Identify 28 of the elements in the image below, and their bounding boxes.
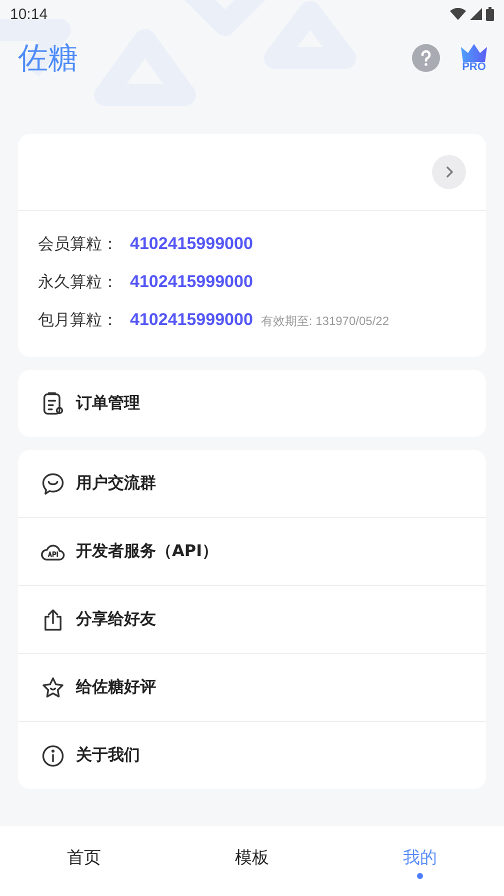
app-title: 佐糖 — [18, 40, 78, 78]
help-icon[interactable] — [412, 44, 440, 72]
nav-tab[interactable]: 首页 — [0, 826, 168, 896]
star-icon — [40, 674, 66, 700]
pro-button[interactable]: PRO — [460, 44, 488, 72]
active-indicator — [417, 873, 423, 879]
credit-label: 会员算粒： — [38, 233, 119, 255]
crown-icon — [460, 44, 488, 62]
credit-value: 4102415999000 — [130, 271, 253, 293]
chevron-button[interactable] — [432, 155, 466, 189]
menu-item[interactable]: 开发者服务（API） — [18, 517, 486, 585]
wifi-icon — [450, 8, 466, 20]
credit-label: 包月算粒： — [38, 309, 119, 331]
credit-value: 4102415999000 — [130, 309, 253, 331]
nav-tab[interactable]: 模板 — [168, 826, 336, 896]
menu-item[interactable]: 给佐糖好评 — [18, 653, 486, 721]
credit-value: 4102415999000 — [130, 233, 253, 255]
menu-item[interactable]: 关于我们 — [18, 721, 486, 789]
expiry-note: 有效期至: 131970/05/22 — [260, 313, 389, 330]
menu-item[interactable]: 用户交流群 — [18, 450, 486, 517]
battery-icon — [486, 7, 494, 21]
status-time: 10:14 — [10, 6, 48, 22]
chat-bubble-icon — [40, 470, 66, 496]
signal-icon — [470, 8, 482, 20]
menu-item[interactable]: 订单管理 — [18, 370, 486, 437]
credit-label: 永久算粒： — [38, 271, 119, 293]
menu-item[interactable]: 分享给好友 — [18, 585, 486, 653]
info-icon — [40, 742, 66, 768]
